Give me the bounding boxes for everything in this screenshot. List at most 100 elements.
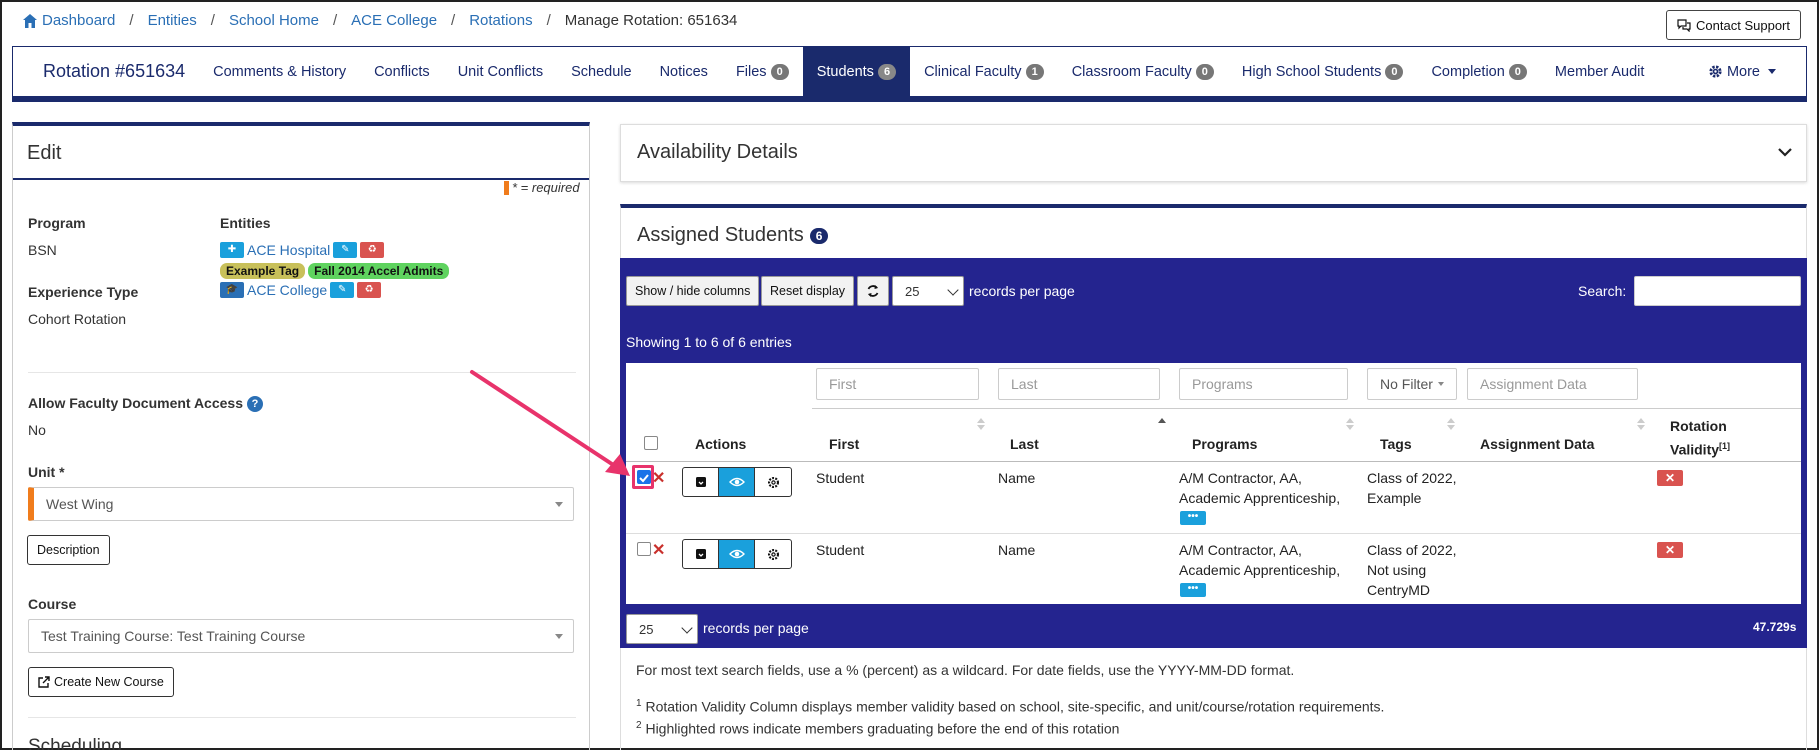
cell-first: Student bbox=[816, 470, 865, 486]
footnote-text: Highlighted rows indicate members gradua… bbox=[645, 720, 1120, 737]
header-rotation-validity[interactable]: Rotation Validity[1] bbox=[1670, 416, 1760, 460]
header-tags[interactable]: Tags bbox=[1380, 436, 1412, 452]
sort-asc-icon[interactable] bbox=[1157, 416, 1167, 432]
eye-icon[interactable] bbox=[719, 468, 755, 496]
pencil-icon[interactable]: ✎ bbox=[330, 282, 355, 298]
contact-support-button[interactable]: Contact Support bbox=[1666, 10, 1801, 40]
tab-students[interactable]: Students 6 bbox=[802, 47, 911, 96]
remove-icon[interactable]: ✕ bbox=[652, 468, 665, 488]
showing-entries: Showing 1 to 6 of 6 entries bbox=[626, 334, 792, 350]
breadcrumb-separator: / bbox=[451, 12, 456, 29]
tab-clinical-faculty[interactable]: Clinical Faculty 1 bbox=[910, 47, 1058, 96]
unit-label: Unit * bbox=[28, 464, 65, 480]
tab-unit-conflicts[interactable]: Unit Conflicts bbox=[444, 47, 557, 96]
header-programs[interactable]: Programs bbox=[1192, 436, 1257, 452]
availability-card[interactable]: Availability Details bbox=[620, 124, 1807, 182]
select-all-checkbox[interactable] bbox=[644, 436, 658, 450]
help-icon[interactable]: ? bbox=[246, 396, 263, 412]
description-button[interactable]: Description bbox=[27, 535, 110, 565]
create-course-button[interactable]: Create New Course bbox=[28, 667, 174, 697]
filter-first-input[interactable]: First bbox=[816, 368, 979, 400]
count-badge: 0 bbox=[1385, 63, 1404, 80]
recycle-icon[interactable]: ♻ bbox=[357, 282, 382, 298]
records-per-page-value: 25 bbox=[905, 283, 920, 299]
tab-files[interactable]: Files 0 bbox=[722, 47, 803, 96]
header-assignment-data[interactable]: Assignment Data bbox=[1480, 436, 1594, 452]
gear-icon bbox=[1709, 65, 1722, 78]
eye-icon[interactable] bbox=[719, 540, 755, 568]
sort-icon[interactable] bbox=[1636, 416, 1646, 432]
gear-icon[interactable] bbox=[755, 468, 791, 496]
tab-high-school-students[interactable]: High School Students 0 bbox=[1228, 47, 1418, 96]
entity-college-link[interactable]: ACE College bbox=[247, 282, 327, 298]
course-select[interactable]: Test Training Course: Test Training Cour… bbox=[28, 619, 574, 653]
more-programs-button[interactable]: ••• bbox=[1180, 583, 1206, 597]
tab-conflicts[interactable]: Conflicts bbox=[360, 47, 444, 96]
filter-placeholder: Last bbox=[1011, 376, 1038, 392]
search-hint: For most text search fields, use a % (pe… bbox=[636, 662, 1295, 678]
sort-icon[interactable] bbox=[1446, 416, 1456, 432]
tab-completion[interactable]: Completion 0 bbox=[1417, 47, 1540, 96]
header-first[interactable]: First bbox=[829, 436, 859, 452]
breadcrumb-entities[interactable]: Entities bbox=[148, 12, 197, 29]
tab-label: High School Students bbox=[1241, 63, 1382, 80]
records-per-page-select-bottom[interactable]: 25 bbox=[626, 614, 698, 644]
filter-assignment-input[interactable]: Assignment Data bbox=[1467, 368, 1638, 400]
tab-notices[interactable]: Notices bbox=[646, 47, 722, 96]
tab-member-audit[interactable]: Member Audit bbox=[1541, 47, 1658, 96]
unit-select[interactable]: West Wing bbox=[28, 487, 574, 521]
tab-schedule[interactable]: Schedule bbox=[557, 47, 645, 96]
tab-label: Schedule bbox=[571, 63, 632, 80]
pencil-icon[interactable]: ✎ bbox=[333, 242, 358, 258]
reset-display-button[interactable]: Reset display bbox=[761, 276, 855, 306]
search-input[interactable] bbox=[1634, 276, 1801, 306]
show-hide-columns-button[interactable]: Show / hide columns bbox=[626, 276, 760, 306]
program-label: Program bbox=[28, 215, 86, 231]
tab-label: Notices bbox=[659, 63, 708, 80]
reset-label: Reset display bbox=[770, 284, 846, 298]
cell-tags-line1: Class of 2022, bbox=[1367, 542, 1457, 558]
records-per-page-select[interactable]: 25 bbox=[892, 276, 964, 306]
breadcrumb-rotations[interactable]: Rotations bbox=[469, 12, 532, 29]
archive-icon[interactable] bbox=[683, 540, 719, 568]
rotation-title[interactable]: Rotation #651634 bbox=[13, 61, 199, 82]
rotation-nav: Rotation #651634 Comments & History Conf… bbox=[12, 46, 1807, 102]
cell-tags-line2: Example bbox=[1367, 490, 1422, 506]
recycle-icon[interactable]: ♻ bbox=[360, 242, 385, 258]
gear-icon[interactable] bbox=[755, 540, 791, 568]
validity-invalid-icon[interactable]: ✕ bbox=[1657, 470, 1683, 486]
breadcrumb-separator: / bbox=[129, 12, 134, 29]
chevron-down-icon[interactable] bbox=[1778, 145, 1792, 159]
unit-select-value: West Wing bbox=[46, 496, 114, 512]
chat-icon bbox=[1677, 19, 1691, 32]
search-label: Search: bbox=[1578, 283, 1627, 299]
footnote-validity: 1 Rotation Validity Column displays memb… bbox=[636, 698, 1384, 715]
remove-icon[interactable]: ✕ bbox=[652, 540, 665, 560]
filter-programs-input[interactable]: Programs bbox=[1179, 368, 1348, 400]
cell-programs-line2: Academic Apprenticeship, bbox=[1179, 562, 1341, 578]
more-menu[interactable]: More bbox=[1694, 47, 1806, 96]
entity-hospital: ✚ ACE Hospital ✎ ♻ bbox=[220, 242, 385, 258]
refresh-button[interactable] bbox=[857, 276, 889, 306]
footnote-highlight: 2 Highlighted rows indicate members grad… bbox=[636, 720, 1119, 737]
breadcrumb-dashboard[interactable]: Dashboard bbox=[42, 12, 115, 29]
more-programs-button[interactable]: ••• bbox=[1180, 511, 1206, 525]
validity-invalid-icon[interactable]: ✕ bbox=[1657, 542, 1683, 558]
sort-icon[interactable] bbox=[976, 416, 986, 432]
header-last[interactable]: Last bbox=[1010, 436, 1039, 452]
sort-icon[interactable] bbox=[1345, 416, 1355, 432]
annotation-arrow bbox=[470, 370, 630, 476]
caret-down-icon bbox=[1437, 382, 1444, 386]
footnote-text: Rotation Validity Column displays member… bbox=[645, 698, 1385, 715]
row-checkbox[interactable] bbox=[637, 542, 651, 556]
entity-hospital-link[interactable]: ACE Hospital bbox=[247, 242, 330, 258]
tab-label: Completion bbox=[1431, 63, 1505, 80]
filter-last-input[interactable]: Last bbox=[998, 368, 1160, 400]
breadcrumb-school-home[interactable]: School Home bbox=[229, 12, 319, 29]
validity-footnote: [1] bbox=[1719, 441, 1731, 451]
filter-tags-dropdown[interactable]: No Filter bbox=[1367, 368, 1457, 400]
tab-classroom-faculty[interactable]: Classroom Faculty 0 bbox=[1058, 47, 1228, 96]
breadcrumb-ace-college[interactable]: ACE College bbox=[351, 12, 437, 29]
tab-comments-history[interactable]: Comments & History bbox=[199, 47, 360, 96]
archive-icon[interactable] bbox=[683, 468, 719, 496]
